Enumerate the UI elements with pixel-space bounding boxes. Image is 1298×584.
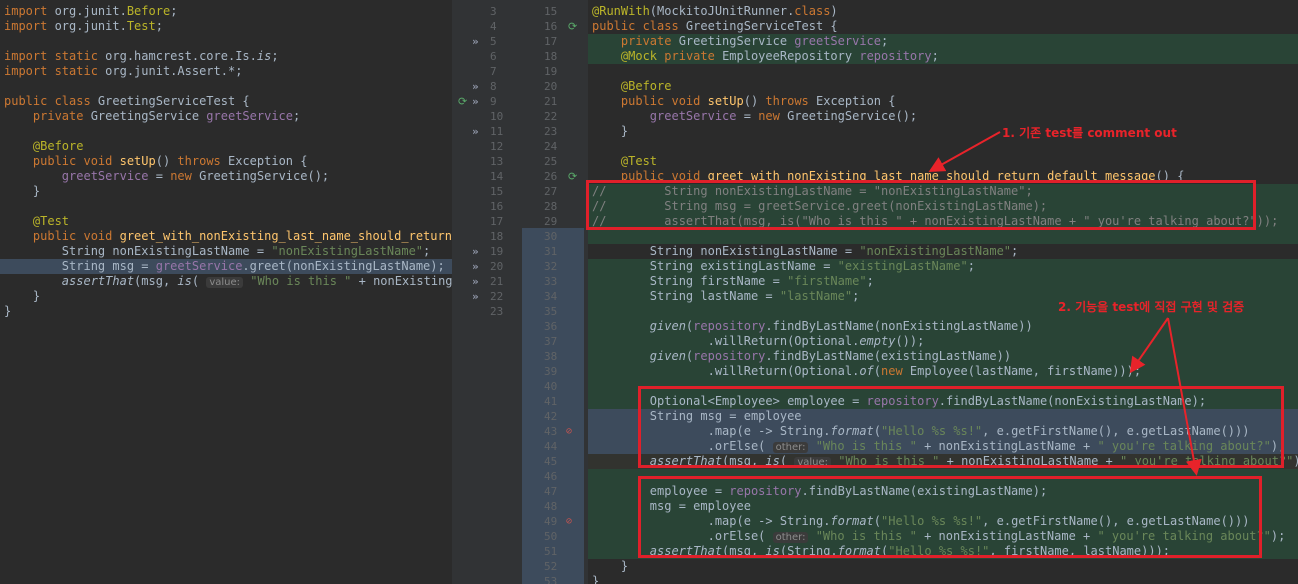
arrow-to-impl-box-2 (1167, 317, 1202, 476)
callout-arrows (928, 131, 1202, 476)
arrow-to-comment-box (928, 131, 1001, 172)
arrow-to-impl-box-1 (1129, 317, 1169, 374)
